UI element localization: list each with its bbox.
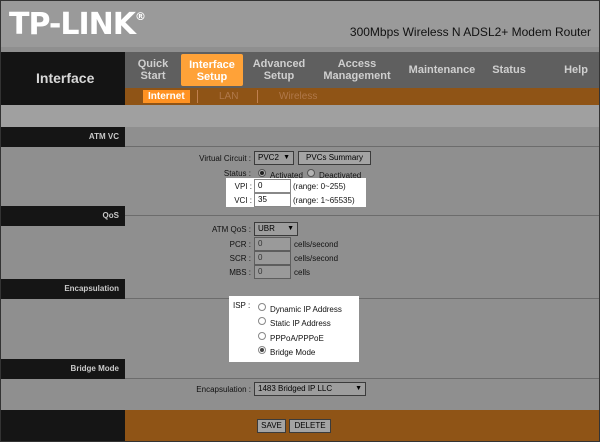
encapsulation-label: Encapsulation :: [196, 385, 251, 394]
mbs-label: MBS :: [229, 268, 251, 277]
subnav-divider: [257, 90, 258, 103]
header-bar: TP-LINK® 300Mbps Wireless N ADSL2+ Modem…: [1, 1, 599, 47]
product-name: 300Mbps Wireless N ADSL2+ Modem Router: [349, 25, 591, 39]
subtab-lan[interactable]: LAN: [219, 90, 238, 103]
isp-bridge-mode-radio[interactable]: [258, 346, 266, 354]
subnav-divider: [197, 90, 198, 103]
vci-range: (range: 1~65535): [293, 196, 355, 205]
registered-mark: ®: [135, 10, 146, 23]
dropdown-arrow-icon: ▼: [283, 154, 290, 161]
dropdown-arrow-icon: ▼: [355, 385, 362, 392]
section-divider: [125, 298, 599, 299]
status-deactivated-radio[interactable]: [307, 169, 315, 177]
main-nav: Quick Start Interface Setup Advanced Setup …: [125, 52, 599, 88]
section-divider: [125, 146, 599, 147]
isp-static-ip-radio[interactable]: [258, 317, 266, 325]
isp-dynamic-ip-radio[interactable]: [258, 303, 266, 311]
isp-highlight: ISP : Dynamic IP Address Static IP Addre…: [229, 296, 359, 362]
encapsulation-select[interactable]: 1483 Bridged IP LLC ▼: [254, 382, 366, 396]
isp-static-ip-label: Static IP Address: [270, 319, 331, 328]
isp-pppoa-pppoe-label: PPPoA/PPPoE: [270, 334, 324, 343]
tab-label: Setup: [196, 71, 228, 83]
tab-label: Start: [140, 70, 166, 82]
isp-dynamic-ip-label: Dynamic IP Address: [270, 305, 342, 314]
atm-qos-select[interactable]: UBR ▼: [254, 222, 298, 236]
virtual-circuit-select[interactable]: PVC2 ▼: [254, 151, 294, 165]
tab-maintenance[interactable]: Maintenance: [407, 52, 477, 88]
pcr-unit: cells/second: [294, 240, 339, 249]
vpi-label: VPI :: [234, 182, 252, 191]
footer-bar: SAVE DELETE: [1, 410, 599, 441]
section-label-qos: QoS: [1, 206, 125, 226]
tab-status[interactable]: Status: [487, 52, 531, 88]
status-activated-radio[interactable]: [258, 169, 266, 177]
tab-access-management[interactable]: Access Management: [319, 52, 395, 88]
router-page: TP-LINK® 300Mbps Wireless N ADSL2+ Modem…: [0, 0, 600, 442]
vpi-input[interactable]: 0: [254, 179, 291, 193]
vci-input[interactable]: 35: [254, 193, 291, 207]
tab-label: Advanced: [252, 58, 306, 70]
select-value: 1483 Bridged IP LLC: [258, 384, 333, 393]
spacer-bar: [1, 105, 599, 127]
footer-left-panel: [1, 410, 125, 441]
tab-interface-setup[interactable]: Interface Setup: [181, 54, 243, 86]
section-title: Interface: [36, 70, 95, 86]
tp-link-logo: TP-LINK®: [9, 7, 146, 42]
pvcs-summary-button[interactable]: PVCs Summary: [298, 151, 371, 165]
section-label-atm-vc: ATM VC: [1, 127, 125, 147]
isp-bridge-mode-label: Bridge Mode: [270, 348, 316, 357]
tab-label: Access: [337, 58, 377, 70]
tab-label: Maintenance: [408, 64, 476, 76]
logo-text: TP-LINK: [9, 7, 136, 42]
select-value: PVC2: [258, 153, 279, 162]
tab-label: Help: [564, 64, 588, 76]
virtual-circuit-label: Virtual Circuit :: [199, 154, 251, 163]
tab-advanced-setup[interactable]: Advanced Setup: [249, 52, 309, 88]
sub-nav: Internet LAN Wireless: [125, 88, 599, 105]
section-label-bridge-mode: Bridge Mode: [1, 359, 125, 379]
section-divider: [125, 215, 599, 216]
pcr-input[interactable]: 0: [254, 237, 291, 251]
mbs-input[interactable]: 0: [254, 265, 291, 279]
section-divider: [125, 378, 599, 379]
vpi-vci-highlight: VPI : 0 (range: 0~255) VCI : 35 (range: …: [226, 178, 366, 207]
tab-label: Quick: [137, 58, 169, 70]
tab-help[interactable]: Help: [561, 52, 591, 88]
scr-label: SCR :: [229, 254, 251, 263]
isp-pppoa-pppoe-radio[interactable]: [258, 332, 266, 340]
select-value: UBR: [258, 224, 275, 233]
pcr-label: PCR :: [229, 240, 251, 249]
vci-label: VCI :: [234, 196, 252, 205]
tab-label: Setup: [263, 70, 295, 82]
vpi-range: (range: 0~255): [293, 182, 346, 191]
tab-label: Status: [492, 64, 526, 76]
tab-label: Interface: [189, 59, 235, 71]
tab-label: Management: [323, 70, 391, 82]
delete-button[interactable]: DELETE: [289, 419, 331, 433]
dropdown-arrow-icon: ▼: [287, 225, 294, 232]
save-button[interactable]: SAVE: [257, 419, 286, 433]
section-label-encapsulation: Encapsulation: [1, 279, 125, 299]
subtab-wireless[interactable]: Wireless: [279, 90, 317, 103]
mbs-unit: cells: [294, 268, 311, 277]
tab-quick-start[interactable]: Quick Start: [131, 52, 175, 88]
atm-qos-label: ATM QoS :: [212, 225, 251, 234]
scr-unit: cells/second: [294, 254, 339, 263]
section-title-panel: Interface: [1, 52, 125, 105]
status-label: Status :: [223, 169, 251, 178]
isp-label: ISP :: [233, 301, 251, 310]
scr-input[interactable]: 0: [254, 251, 291, 265]
subtab-internet[interactable]: Internet: [143, 90, 190, 103]
